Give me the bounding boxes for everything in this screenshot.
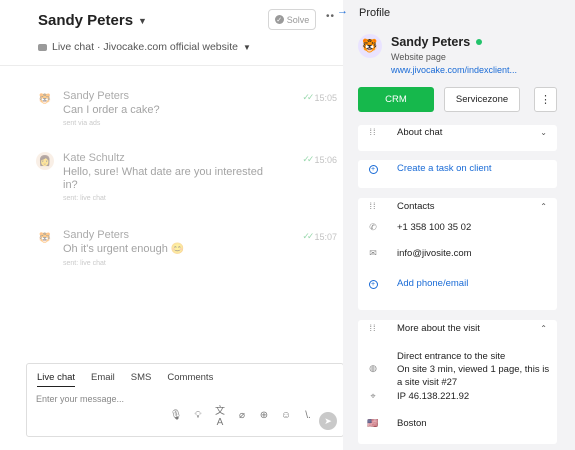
message-author: Sandy Peters [63,90,130,102]
lightbulb-icon[interactable]: 💡︎ [191,410,205,421]
message-text: Hello, sure! What date are you intereste… [63,166,263,191]
message-via: sent via ads [63,120,101,127]
profile-name: Sandy Peters [391,35,483,49]
message-item: 👩 Kate Schultz Hello, sure! What date ar… [36,152,341,204]
chat-contact-name[interactable]: Sandy Peters ▼ [38,12,147,29]
message-text: Oh it's urgent enough 😊 [63,243,185,255]
message-item: 🐯 Sandy Peters Can I order a cake? sent … [36,90,341,130]
avatar: 👩 [36,152,54,170]
message-text: Can I order a cake? [63,104,160,116]
ip-value: IP 46.138.221.92 [397,390,470,402]
create-task-link[interactable]: Create a task on client [397,163,492,174]
target-icon[interactable]: ⊕ [257,410,271,421]
solve-button-label: Solve [286,14,310,25]
chat-pane: Sandy Peters ▼ ✓ Solve •• Live chat · Ji… [0,0,344,450]
mic-icon[interactable]: 🎙︎ [169,410,183,421]
about-chat-label: About chat [397,126,443,138]
translate-icon[interactable]: 文A [213,402,227,428]
message-author: Kate Schultz [63,152,125,164]
emoji-icon[interactable]: ☺ [279,410,293,421]
avatar: 🐯 [38,93,52,105]
us-flag-icon: 🇺🇸 [367,417,379,428]
visit-title: More about the visit [397,322,480,334]
servicezone-button[interactable]: Servicezone [444,87,520,112]
chevron-down-icon[interactable]: ⌄ [540,128,547,137]
city-value: Boston [397,417,427,429]
email-value: info@jivosite.com [397,247,472,259]
profile-summary: 🐯 Sandy Peters Website page www.jivocake… [356,29,559,117]
channel-label: Live chat · Jivocake.com official websit… [52,41,238,53]
globe-icon: ◍ [369,363,377,373]
slash-icon[interactable]: \. [301,410,315,421]
message-via: sent: live chat [63,195,106,202]
message-input[interactable]: Enter your message... [36,394,124,404]
message-time: ✓✓ 15:05 [302,92,337,103]
drag-handle-icon[interactable]: ⁞⁞ [367,201,379,211]
attachment-icon[interactable]: ⌀ [235,410,249,421]
solve-button[interactable]: ✓ Solve [268,9,316,30]
send-button[interactable]: ➤ [319,412,337,430]
tab-sms[interactable]: SMS [131,372,152,387]
tab-comments[interactable]: Comments [167,372,213,387]
tab-email[interactable]: Email [91,372,115,387]
add-contact-link[interactable]: Add phone/email [397,278,468,289]
channel-selector[interactable]: Live chat · Jivocake.com official websit… [38,41,251,53]
arrow-right-icon[interactable]: → [337,5,348,17]
message-via: sent: live chat [63,260,106,267]
add-circle-icon: + [367,163,379,174]
chat-contact-name-label: Sandy Peters [38,12,134,29]
crm-button[interactable]: CRM [358,87,434,112]
message-time: ✓✓ 15:06 [302,154,337,165]
drag-handle-icon[interactable]: ⁞⁞ [367,127,379,137]
drag-handle-icon[interactable]: ⁞⁞ [367,323,379,333]
more-vertical-icon[interactable]: ⋮ [534,87,557,112]
visit-info: Direct entrance to the site On site 3 mi… [397,350,552,389]
about-chat-card[interactable]: ⁞⁞ About chat ⌄ [358,125,557,151]
phone-value: +1 358 100 35 02 [397,221,472,233]
message-composer: Live chat Email SMS Comments Enter your … [26,363,344,437]
tab-live-chat[interactable]: Live chat [37,372,76,387]
online-status-icon [476,39,483,45]
read-ticks-icon: ✓✓ [302,92,314,102]
visit-stats: On site 3 min, viewed 1 page, this is a … [397,364,550,388]
more-horizontal-icon[interactable]: •• [326,11,335,22]
composer-toolbar: 🎙︎ 💡︎ 文A ⌀ ⊕ ☺ \. [169,402,315,428]
avatar: 🐯 [358,34,382,58]
contacts-title: Contacts [397,200,435,212]
visit-source: Direct entrance to the site [397,351,506,362]
avatar: 🐯 [38,232,52,244]
add-circle-icon: + [367,278,379,289]
message-item: 🐯 Sandy Peters Oh it's urgent enough 😊 s… [36,229,341,269]
chevron-up-icon[interactable]: ⌃ [540,324,547,333]
profile-source: Website page [391,52,446,62]
check-icon: ✓ [274,15,284,24]
panel-title: Profile [359,7,391,19]
create-task-card[interactable]: + Create a task on client [358,160,557,188]
profile-url-link[interactable]: www.jivocake.com/indexclient... [391,65,531,75]
read-ticks-icon: ✓✓ [302,154,314,164]
profile-panel: → Profile 🐯 Sandy Peters Website page ww… [337,0,575,450]
composer-tabs: Live chat Email SMS Comments [37,372,213,387]
message-author: Sandy Peters [63,229,130,241]
chevron-up-icon[interactable]: ⌃ [540,202,547,211]
visit-card: ⁞⁞ More about the visit ⌃ ◍ Direct entra… [358,320,557,444]
mail-icon: ✉ [369,247,377,258]
chevron-down-icon: ▼ [242,42,251,52]
location-pin-icon: ⌖ [370,390,376,401]
chevron-down-icon[interactable]: ▼ [138,16,147,26]
phone-icon: ✆ [369,221,377,232]
message-time: ✓✓ 15:07 [302,231,337,242]
contacts-card: ⁞⁞ Contacts ⌃ ✆ +1 358 100 35 02 ✉ info@… [358,198,557,310]
chat-bubble-icon [38,43,47,51]
read-ticks-icon: ✓✓ [302,231,314,241]
chat-header: Sandy Peters ▼ ✓ Solve •• Live chat · Ji… [0,0,343,66]
